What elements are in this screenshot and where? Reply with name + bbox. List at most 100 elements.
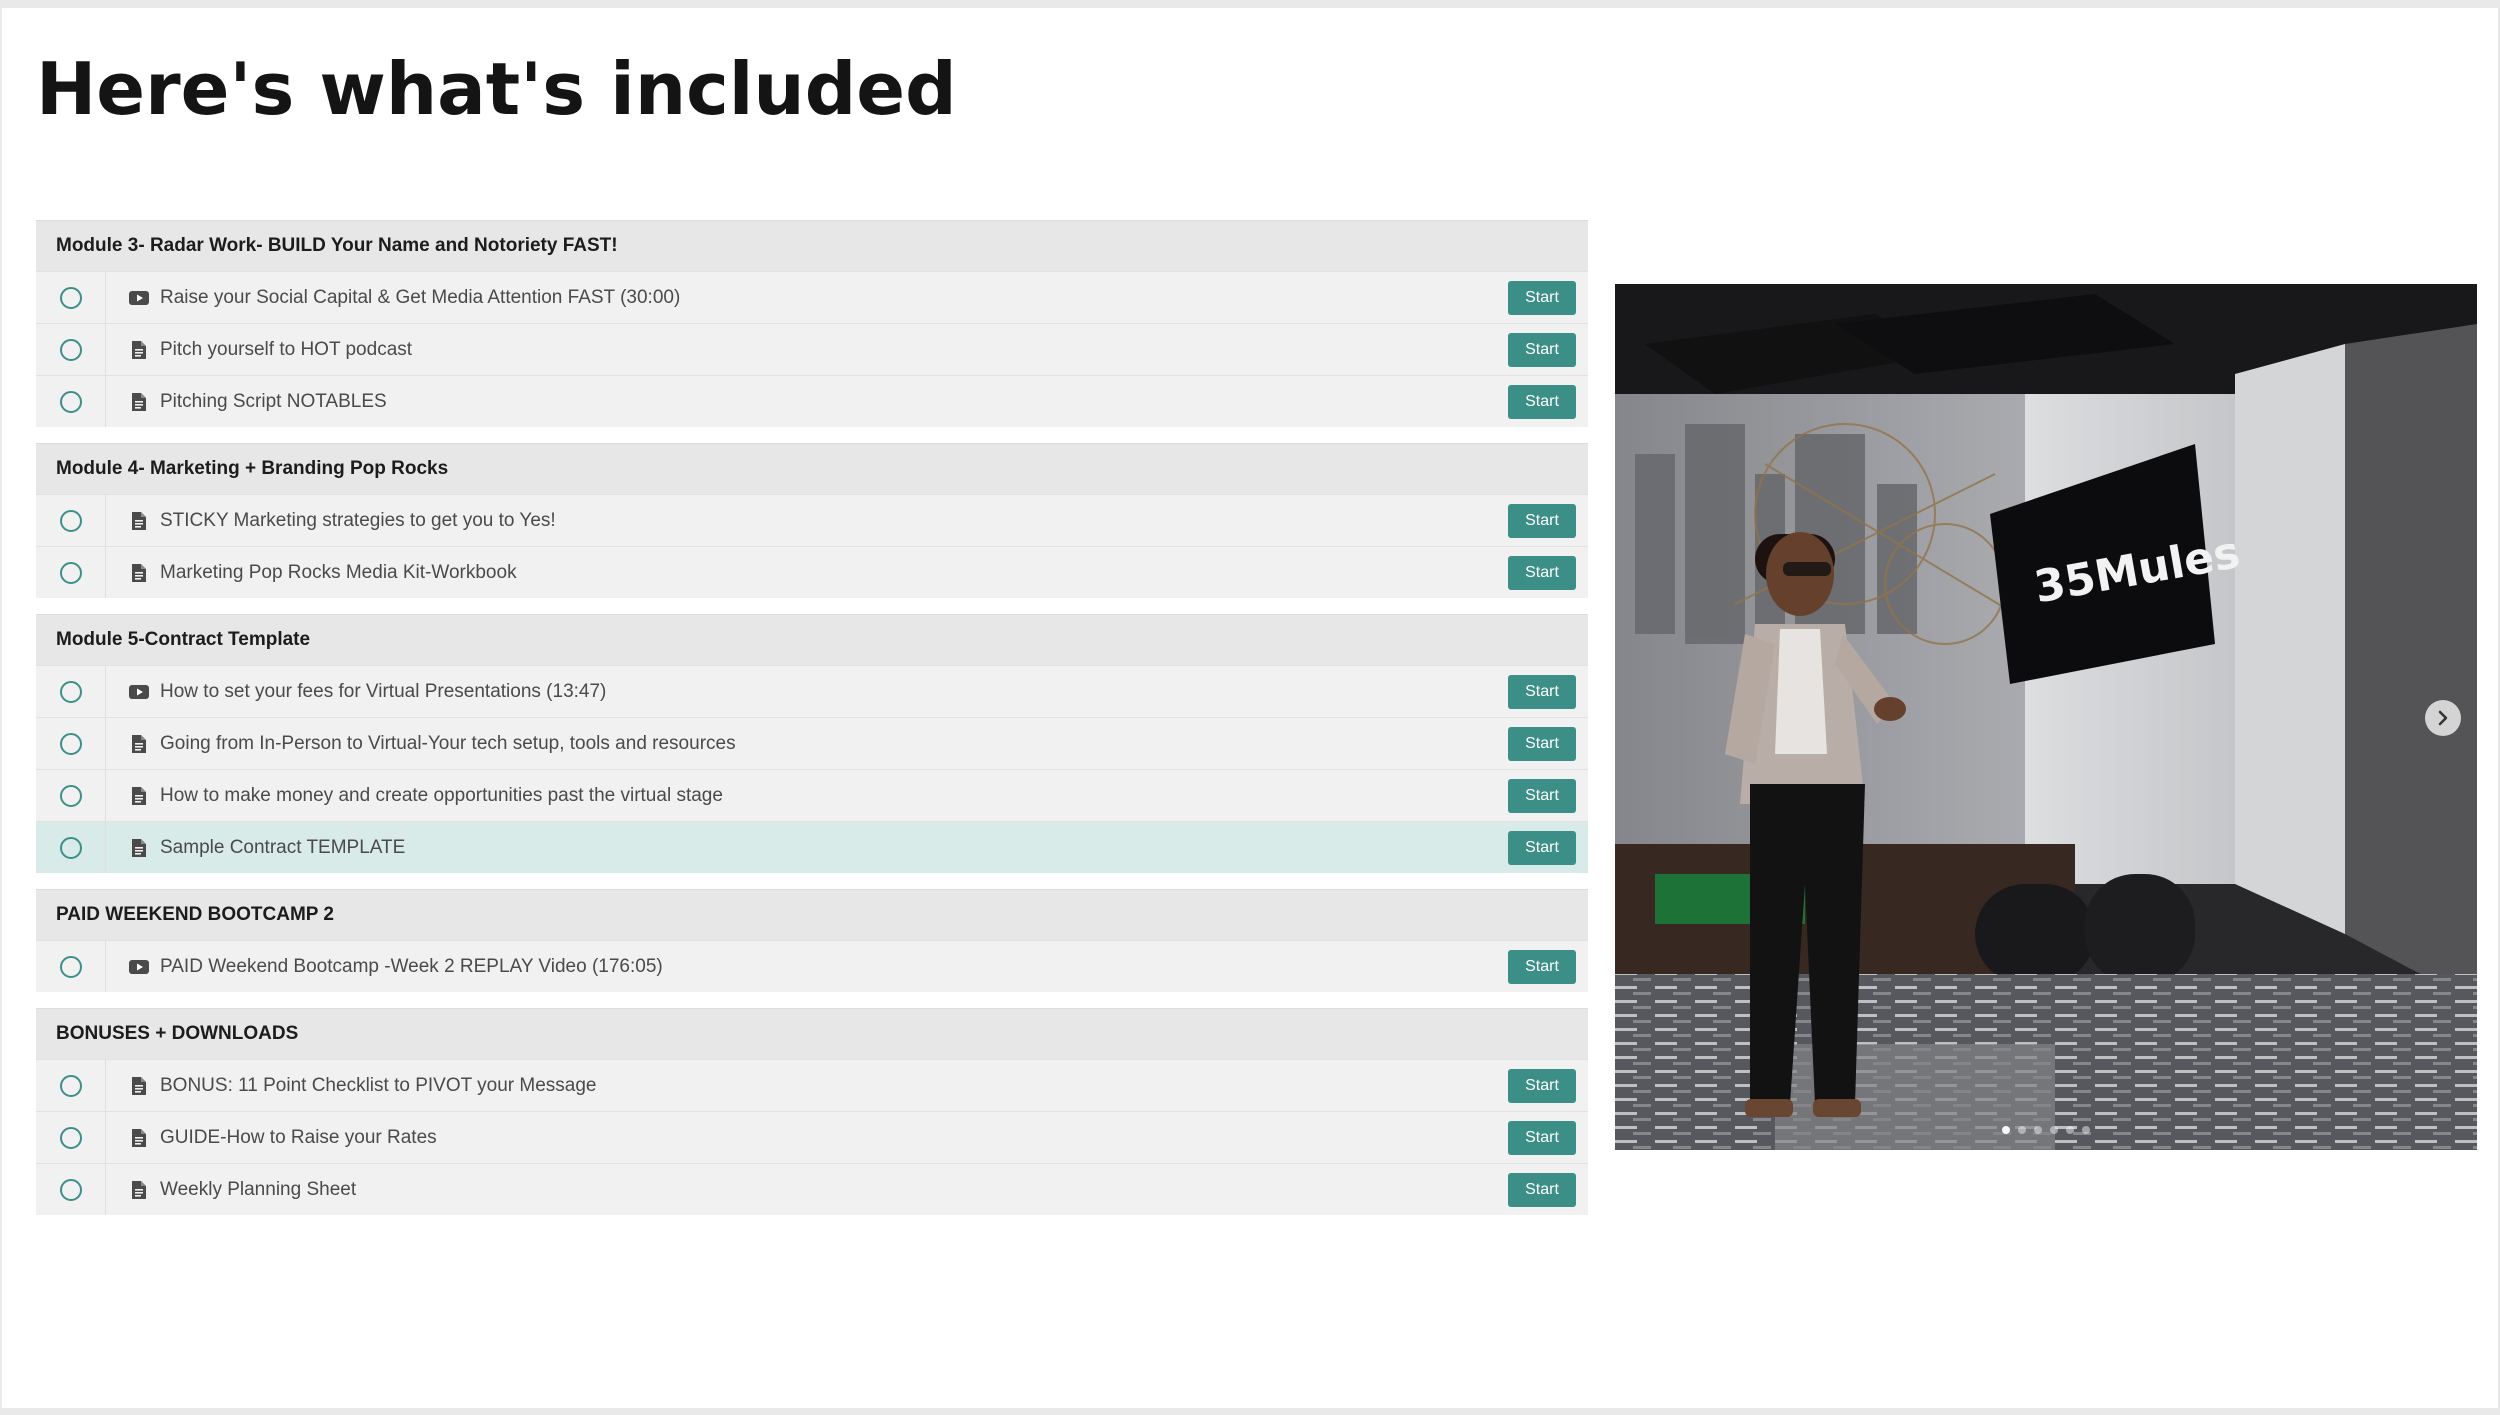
start-button[interactable]: Start	[1508, 727, 1576, 761]
completion-cell	[36, 822, 106, 873]
lecture-row[interactable]: Pitching Script NOTABLES Start	[36, 375, 1588, 427]
carousel-dot[interactable]	[2034, 1126, 2042, 1134]
start-button[interactable]: Start	[1508, 504, 1576, 538]
video-icon	[128, 287, 150, 309]
start-button[interactable]: Start	[1508, 281, 1576, 315]
completion-circle-icon	[59, 955, 82, 978]
section-title: BONUSES + DOWNLOADS	[36, 1008, 1588, 1059]
lecture-title[interactable]: STICKY Marketing strategies to get you t…	[160, 510, 556, 532]
lecture-row[interactable]: PAID Weekend Bootcamp -Week 2 REPLAY Vid…	[36, 940, 1588, 992]
completion-cell	[36, 324, 106, 375]
chevron-right-icon	[2438, 710, 2448, 726]
document-icon	[128, 1075, 150, 1097]
video-icon	[128, 681, 150, 703]
carousel-next-button[interactable]	[2425, 700, 2461, 736]
curriculum-section: BONUSES + DOWNLOADS BONUS: 11 Point Check…	[36, 1008, 1588, 1215]
completion-circle-icon	[59, 1074, 82, 1097]
completion-cell	[36, 547, 106, 598]
start-button[interactable]: Start	[1508, 675, 1576, 709]
carousel-dot[interactable]	[2050, 1126, 2058, 1134]
lecture-row[interactable]: How to make money and create opportuniti…	[36, 769, 1588, 821]
lecture-row[interactable]: Sample Contract TEMPLATE Start	[36, 821, 1588, 873]
image-carousel[interactable]: 35Mules	[1615, 284, 2477, 1150]
completion-cell	[36, 1060, 106, 1111]
lecture-row[interactable]: STICKY Marketing strategies to get you t…	[36, 494, 1588, 546]
document-icon	[128, 837, 150, 859]
carousel-photo: 35Mules	[1615, 284, 2477, 1150]
carousel-dot[interactable]	[2018, 1126, 2026, 1134]
lecture-title[interactable]: GUIDE-How to Raise your Rates	[160, 1127, 437, 1149]
lecture-title[interactable]: How to make money and create opportuniti…	[160, 785, 723, 807]
carousel-dot[interactable]	[2066, 1126, 2074, 1134]
start-button[interactable]: Start	[1508, 779, 1576, 813]
course-curriculum: Module 3- Radar Work- BUILD Your Name an…	[36, 220, 1588, 1231]
lecture-title[interactable]: Raise your Social Capital & Get Media At…	[160, 287, 680, 309]
document-icon	[128, 562, 150, 584]
section-title: Module 4- Marketing + Branding Pop Rocks	[36, 443, 1588, 494]
completion-cell	[36, 718, 106, 769]
lecture-title[interactable]: PAID Weekend Bootcamp -Week 2 REPLAY Vid…	[160, 956, 663, 978]
completion-circle-icon	[59, 286, 82, 309]
carousel-dot[interactable]	[2082, 1126, 2090, 1134]
document-icon	[128, 1127, 150, 1149]
start-button[interactable]: Start	[1508, 556, 1576, 590]
completion-circle-icon	[59, 680, 82, 703]
curriculum-section: Module 5-Contract Template How to set you…	[36, 614, 1588, 873]
completion-circle-icon	[59, 338, 82, 361]
lecture-row[interactable]: Pitch yourself to HOT podcast Start	[36, 323, 1588, 375]
lecture-title[interactable]: Marketing Pop Rocks Media Kit-Workbook	[160, 562, 517, 584]
completion-circle-icon	[59, 390, 82, 413]
completion-circle-icon	[59, 836, 82, 859]
video-icon	[128, 956, 150, 978]
start-button[interactable]: Start	[1508, 1173, 1576, 1207]
completion-cell	[36, 1112, 106, 1163]
completion-circle-icon	[59, 1126, 82, 1149]
lecture-row[interactable]: Weekly Planning Sheet Start	[36, 1163, 1588, 1215]
lecture-title[interactable]: Weekly Planning Sheet	[160, 1179, 356, 1201]
start-button[interactable]: Start	[1508, 385, 1576, 419]
lecture-row[interactable]: How to set your fees for Virtual Present…	[36, 665, 1588, 717]
section-title: Module 5-Contract Template	[36, 614, 1588, 665]
start-button[interactable]: Start	[1508, 333, 1576, 367]
lecture-title[interactable]: Sample Contract TEMPLATE	[160, 837, 405, 859]
document-icon	[128, 785, 150, 807]
document-icon	[128, 391, 150, 413]
start-button[interactable]: Start	[1508, 1069, 1576, 1103]
completion-cell	[36, 376, 106, 427]
lecture-title[interactable]: Pitching Script NOTABLES	[160, 391, 387, 413]
lecture-title[interactable]: Going from In-Person to Virtual-Your tec…	[160, 733, 736, 755]
document-icon	[128, 733, 150, 755]
completion-circle-icon	[59, 784, 82, 807]
completion-cell	[36, 272, 106, 323]
carousel-dot[interactable]	[2002, 1126, 2010, 1134]
start-button[interactable]: Start	[1508, 831, 1576, 865]
completion-circle-icon	[59, 561, 82, 584]
completion-cell	[36, 1164, 106, 1215]
completion-circle-icon	[59, 1178, 82, 1201]
lecture-row[interactable]: Marketing Pop Rocks Media Kit-Workbook St…	[36, 546, 1588, 598]
page-title: Here's what's included	[36, 47, 957, 131]
completion-cell	[36, 666, 106, 717]
section-title: Module 3- Radar Work- BUILD Your Name an…	[36, 220, 1588, 271]
page: Here's what's included Module 3- Radar W…	[2, 8, 2498, 1408]
document-icon	[128, 1179, 150, 1201]
lecture-title[interactable]: Pitch yourself to HOT podcast	[160, 339, 412, 361]
completion-cell	[36, 941, 106, 992]
lecture-row[interactable]: Going from In-Person to Virtual-Your tec…	[36, 717, 1588, 769]
start-button[interactable]: Start	[1508, 1121, 1576, 1155]
document-icon	[128, 339, 150, 361]
document-icon	[128, 510, 150, 532]
curriculum-section: Module 3- Radar Work- BUILD Your Name an…	[36, 220, 1588, 427]
start-button[interactable]: Start	[1508, 950, 1576, 984]
lecture-row[interactable]: BONUS: 11 Point Checklist to PIVOT your …	[36, 1059, 1588, 1111]
completion-circle-icon	[59, 509, 82, 532]
completion-cell	[36, 495, 106, 546]
curriculum-section: Module 4- Marketing + Branding Pop Rocks…	[36, 443, 1588, 598]
completion-circle-icon	[59, 732, 82, 755]
curriculum-section: PAID WEEKEND BOOTCAMP 2 PAID Weekend Boot…	[36, 889, 1588, 992]
lecture-row[interactable]: GUIDE-How to Raise your Rates Start	[36, 1111, 1588, 1163]
lecture-row[interactable]: Raise your Social Capital & Get Media At…	[36, 271, 1588, 323]
lecture-title[interactable]: How to set your fees for Virtual Present…	[160, 681, 606, 703]
carousel-dots	[1615, 1126, 2477, 1134]
lecture-title[interactable]: BONUS: 11 Point Checklist to PIVOT your …	[160, 1075, 596, 1097]
